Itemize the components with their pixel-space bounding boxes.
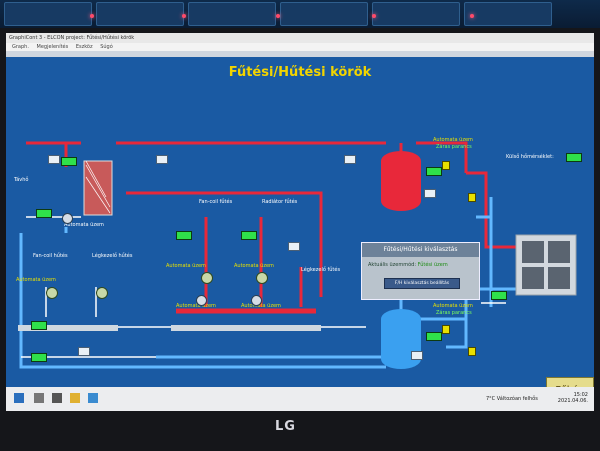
- fancoil-heating-label: Fan-coil fűtés: [199, 199, 233, 205]
- panel: [96, 2, 184, 26]
- screen: GraphiCont 3 - ELCON project: Fűtési/Hűt…: [6, 33, 594, 411]
- sensor-value: [426, 167, 442, 176]
- fancoil-cooling-label: Fan-coil hűtés: [33, 253, 68, 259]
- selector-header: Fűtési/Hűtési kiválasztás: [362, 243, 479, 257]
- taskbar: 7°C Változóan felhős 15:02 2021.04.06.: [6, 387, 594, 411]
- background-panels: [0, 0, 600, 28]
- airhandler-cooling-label: Légkezelő hűtés: [92, 253, 133, 259]
- valve-icon[interactable]: [251, 295, 262, 306]
- valve-icon[interactable]: [62, 213, 73, 224]
- panel: [464, 2, 552, 26]
- mode-select-button[interactable]: F/H kiválasztás beállítás: [384, 278, 460, 289]
- sensor-value: [36, 209, 52, 218]
- weather-widget[interactable]: 7°C Változóan felhős: [486, 396, 538, 402]
- temperature-sensor[interactable]: [288, 242, 300, 251]
- temperature-sensor[interactable]: [344, 155, 356, 164]
- pump-icon[interactable]: [46, 287, 58, 299]
- auto-label: Automata üzem: [241, 303, 281, 309]
- panel: [4, 2, 92, 26]
- panel: [372, 2, 460, 26]
- current-mode-label: Aktuális üzemmód:: [368, 262, 417, 268]
- sensor-value: [426, 332, 442, 341]
- mode-selector-panel: Fűtési/Hűtési kiválasztás Aktuális üzemm…: [361, 242, 480, 300]
- led: [276, 14, 280, 18]
- district-heating-label: Távhő: [14, 177, 29, 183]
- panel: [280, 2, 368, 26]
- panel: [188, 2, 276, 26]
- radiator-heating-label: Radiátor fűtés: [262, 199, 298, 205]
- temperature-sensor[interactable]: [156, 155, 168, 164]
- outdoor-temp-label: Külső hőmérséklet:: [506, 154, 554, 160]
- pump-icon[interactable]: [201, 272, 213, 284]
- auto-label: Automata üzem: [234, 263, 274, 269]
- search-icon[interactable]: [34, 393, 44, 403]
- led: [90, 14, 94, 18]
- menu-item[interactable]: Súgó: [100, 44, 113, 50]
- menu-item[interactable]: Megjelenítés: [37, 44, 69, 50]
- closing-command-label: Záras parancs: [436, 310, 472, 316]
- menu-item[interactable]: Eszköz: [76, 44, 93, 50]
- explorer-icon[interactable]: [70, 393, 80, 403]
- status-indicator: [442, 161, 450, 170]
- status-indicator: [468, 193, 476, 202]
- clock-date: 2021.04.06.: [557, 398, 588, 404]
- current-mode-value: Fűtési üzem: [417, 262, 448, 268]
- hmi-canvas: Fűtési/Hűtési körök Külső hőmérséklet: T…: [6, 57, 594, 405]
- sensor-value: [61, 157, 77, 166]
- led: [372, 14, 376, 18]
- sensor-value: [491, 291, 507, 300]
- temperature-sensor[interactable]: [424, 189, 436, 198]
- status-indicator: [442, 325, 450, 334]
- closing-command-label: Záras parancs: [436, 144, 472, 150]
- pump-icon[interactable]: [96, 287, 108, 299]
- auto-label: Automata üzem: [16, 277, 56, 283]
- sensor-value: [241, 231, 257, 240]
- page-title: Fűtési/Hűtési körök: [228, 65, 372, 80]
- auto-label: Automata üzem: [176, 303, 216, 309]
- app-icon[interactable]: [88, 393, 98, 403]
- menu-item[interactable]: Graph.: [12, 44, 29, 50]
- led: [182, 14, 186, 18]
- auto-label: Automata üzem: [433, 137, 473, 143]
- auto-label: Automata üzem: [166, 263, 206, 269]
- sensor-value: [176, 231, 192, 240]
- valve-icon[interactable]: [196, 295, 207, 306]
- sensor-value: [31, 321, 47, 330]
- start-icon[interactable]: [14, 393, 24, 403]
- current-mode-row: Aktuális üzemmód: Fűtési üzem: [368, 262, 448, 268]
- temperature-sensor[interactable]: [48, 155, 60, 164]
- status-indicator: [468, 347, 476, 356]
- clock[interactable]: 15:02 2021.04.06.: [558, 392, 588, 404]
- led: [470, 14, 474, 18]
- pump-icon[interactable]: [256, 272, 268, 284]
- monitor-brand-logo: LG: [275, 419, 296, 434]
- sensor-value: [31, 353, 47, 362]
- taskview-icon[interactable]: [52, 393, 62, 403]
- temperature-sensor[interactable]: [411, 351, 423, 360]
- airhandler-heating-label: Légkezelő fűtés: [301, 267, 341, 273]
- outdoor-temp-value: [566, 153, 582, 162]
- window-titlebar: GraphiCont 3 - ELCON project: Fűtési/Hűt…: [6, 33, 594, 43]
- menu-bar: Graph. Megjelenítés Eszköz Súgó: [6, 43, 594, 51]
- auto-label: Automata üzem: [433, 303, 473, 309]
- temperature-sensor[interactable]: [78, 347, 90, 356]
